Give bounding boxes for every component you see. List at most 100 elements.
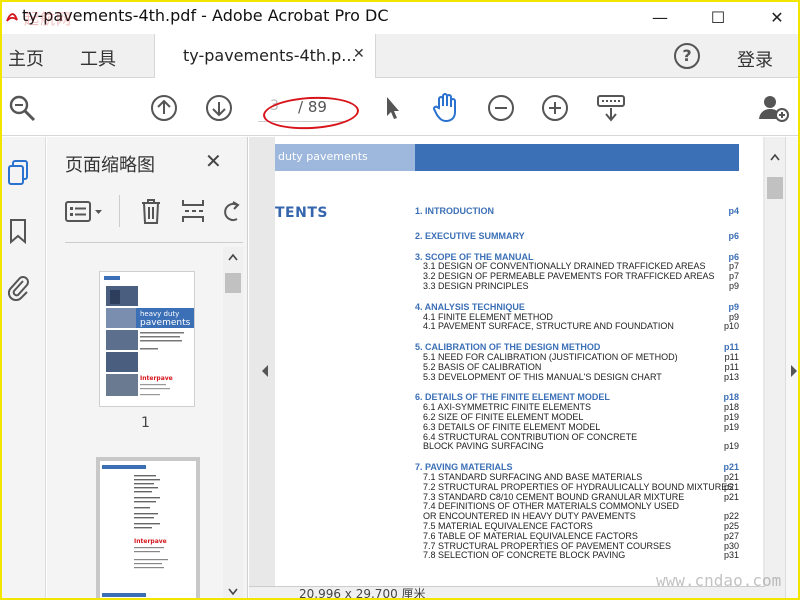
zoom-icon[interactable] (6, 92, 38, 124)
help-button[interactable]: ? (674, 43, 700, 69)
toc-entry-title: 6. DETAILS OF THE FINITE ELEMENT MODEL (415, 392, 610, 403)
toc-subsection-row[interactable]: 6.3 DETAILS OF FINITE ELEMENT MODEL p19 (415, 422, 739, 432)
toc-subsection-row[interactable]: 7.1 STANDARD SURFACING AND BASE MATERIAL… (415, 472, 739, 482)
page-up-icon[interactable] (148, 92, 180, 124)
toc-subsection-row[interactable]: 5.2 BASIS OF CALIBRATION p11 (415, 362, 739, 372)
document-tab-close-button[interactable]: ✕ (353, 46, 365, 62)
toc-section-row[interactable]: 6. DETAILS OF THE FINITE ELEMENT MODEL p1… (415, 392, 739, 402)
toc-section-row[interactable]: 2. EXECUTIVE SUMMARY p6 (415, 231, 739, 241)
menu-tools[interactable]: 工具 (80, 45, 116, 71)
window-title: ty-pavements-4th.pdf - Adobe Acrobat Pro… (22, 6, 389, 25)
panel-separator (65, 242, 243, 243)
toc-entry-page: p13 (723, 371, 739, 382)
toc-entry-page: p11 (724, 352, 739, 362)
keyboard-scroll-icon[interactable] (595, 92, 627, 124)
toc-section-row[interactable]: 1. INTRODUCTION p4 (415, 206, 739, 216)
toc-subsection-row[interactable]: 4.1 PAVEMENT SURFACE, STRUCTURE AND FOUN… (415, 321, 739, 331)
toc-subsection-row[interactable]: 6.2 SIZE OF FINITE ELEMENT MODEL p19 (415, 412, 739, 422)
select-cursor-icon[interactable] (376, 92, 408, 124)
toc-entry-page: p21 (723, 472, 739, 482)
toc-entry-page: p18 (723, 392, 739, 403)
doc-scroll-up-arrow-icon[interactable] (770, 153, 780, 161)
menu-home[interactable]: 主页 (8, 45, 44, 71)
page-banner-right (415, 144, 739, 171)
toc-entry-page: p21 (723, 491, 739, 502)
toc-section-row[interactable]: 7. PAVING MATERIALS p21 (415, 462, 739, 472)
thumbnail-options-icon[interactable] (65, 199, 105, 225)
toc-subsection-row[interactable]: 7.4 DEFINITIONS OF OTHER MATERIALS COMMO… (415, 501, 739, 511)
thumbnail-text-graphic: Interpave (102, 465, 168, 597)
toc-entry-title: 7.8 SELECTION OF CONCRETE BLOCK PAVING (423, 550, 626, 561)
login-button[interactable]: 登录 (737, 46, 773, 72)
hand-tool-icon[interactable] (430, 92, 462, 124)
toc-entry-title: 3.2 DESIGN OF PERMEABLE PAVEMENTS FOR TR… (423, 271, 715, 282)
page-down-icon[interactable] (203, 92, 235, 124)
toc-subsection-row[interactable]: 6.1 AXI-SYMMETRIC FINITE ELEMENTS p18 (415, 402, 739, 412)
thumbnail-scrollbar-thumb[interactable] (225, 273, 241, 293)
toc-entry-page: p6 (728, 251, 739, 262)
toc-subsection-row[interactable]: 7.2 STRUCTURAL PROPERTIES OF HYDRAULICAL… (415, 482, 739, 492)
toc-entry-title: 4. ANALYSIS TECHNIQUE (415, 301, 525, 312)
toc-subsection-row[interactable]: 7.7 STRUCTURAL PROPERTIES OF PAVEMENT CO… (415, 541, 739, 551)
minimize-button[interactable]: — (637, 0, 683, 34)
contents-heading: TENTS (275, 205, 328, 221)
thumbnail-cover-graphic: heavy duty pavements Interpave (104, 276, 194, 396)
toc-entry-title: 3. SCOPE OF THE MANUAL (415, 251, 534, 262)
title-bar: ty-pavements-4th.pdf - Adobe Acrobat Pro… (0, 0, 800, 34)
delete-page-icon[interactable] (139, 197, 163, 225)
toc-subsection-row[interactable]: 5.1 NEED FOR CALIBRATION (JUSTIFICATION … (415, 352, 739, 362)
zoom-in-icon[interactable] (539, 92, 571, 124)
acrobat-app-icon (6, 13, 18, 22)
page-thumbnails-icon[interactable] (6, 159, 30, 187)
zoom-out-icon[interactable] (485, 92, 517, 124)
toolbar-divider (119, 195, 120, 227)
toc-subsection-row[interactable]: 7.5 MATERIAL EQUIVALENCE FACTORS p25 (415, 521, 739, 531)
toc-entry-page: p21 (723, 481, 739, 492)
toc-subsection-row[interactable]: BLOCK PAVING SURFACING p19 (415, 441, 739, 451)
toc-entry-page: p9 (728, 281, 739, 291)
collapse-panel-arrow-icon[interactable] (260, 364, 270, 378)
page-thumbnail-1[interactable]: heavy duty pavements Interpave (99, 271, 195, 407)
attachment-icon[interactable] (6, 273, 30, 301)
toc-entry-page: p9 (728, 311, 739, 322)
document-scrollbar[interactable] (765, 137, 785, 600)
toc-section-row[interactable]: 5. CALIBRATION OF THE DESIGN METHOD p11 (415, 342, 739, 352)
maximize-button[interactable]: ☐ (695, 0, 741, 34)
toc-entry-title: 5.2 BASIS OF CALIBRATION (423, 361, 542, 372)
scroll-down-arrow-icon[interactable] (228, 588, 238, 596)
toc-section-row[interactable]: 4. ANALYSIS TECHNIQUE p9 (415, 302, 739, 312)
left-navigation-rail (0, 137, 46, 600)
toc-subsection-row[interactable]: 7.6 TABLE OF MATERIAL EQUIVALENCE FACTOR… (415, 531, 739, 541)
expand-right-pane-arrow-icon[interactable] (789, 364, 799, 378)
document-scrollbar-thumb[interactable] (767, 177, 783, 199)
toc-entry-title: 7.2 STRUCTURAL PROPERTIES OF HYDRAULICAL… (423, 481, 734, 492)
page-banner-left: duty pavements (275, 144, 415, 171)
toc-subsection-row[interactable]: 3.2 DESIGN OF PERMEABLE PAVEMENTS FOR TR… (415, 271, 739, 281)
toc-subsection-row[interactable]: 4.1 FINITE ELEMENT METHOD p9 (415, 312, 739, 322)
toc-subsection-row[interactable]: 7.3 STANDARD C8/10 CEMENT BOUND GRANULAR… (415, 492, 739, 502)
svg-text:Interpave: Interpave (140, 375, 173, 382)
toc-subsection-row[interactable]: 5.3 DEVELOPMENT OF THIS MANUAL'S DESIGN … (415, 372, 739, 382)
toc-subsection-row[interactable]: 7.8 SELECTION OF CONCRETE BLOCK PAVING p3… (415, 550, 739, 560)
thumbnail-scrollbar[interactable] (223, 247, 243, 600)
toc-entry-page: p19 (723, 412, 739, 422)
close-window-button[interactable]: ✕ (754, 0, 800, 34)
toc-section-row[interactable]: 3. SCOPE OF THE MANUAL p6 (415, 252, 739, 262)
toc-entry-title: 7.7 STRUCTURAL PROPERTIES OF PAVEMENT CO… (423, 540, 672, 551)
rotate-page-icon[interactable] (221, 199, 241, 225)
toc-subsection-row[interactable]: OR ENCOUNTERED IN HEAVY DUTY PAVEMENTS p2… (415, 511, 739, 521)
page-thumbnail-2[interactable]: Interpave (96, 457, 200, 600)
panel-close-button[interactable]: ✕ (205, 149, 222, 173)
toc-entry-page: p4 (728, 206, 739, 216)
add-user-icon[interactable] (758, 92, 790, 124)
toc-entry-title: 2. EXECUTIVE SUMMARY (415, 230, 525, 241)
scroll-up-arrow-icon[interactable] (228, 253, 238, 261)
pdf-page: duty pavements TENTS 1. INTRODUCTION p4 2.… (275, 137, 763, 587)
toc-subsection-row[interactable]: 3.1 DESIGN OF CONVENTIONALLY DRAINED TRA… (415, 261, 739, 271)
document-tab[interactable]: ty-pavements-4th.p... ✕ (154, 34, 376, 79)
toolbar: 3 / 89 (0, 78, 800, 136)
insert-page-icon[interactable] (181, 197, 207, 225)
toc-subsection-row[interactable]: 6.4 STRUCTURAL CONTRIBUTION OF CONCRETE (415, 432, 739, 442)
bookmark-icon[interactable] (6, 217, 30, 245)
toc-subsection-row[interactable]: 3.3 DESIGN PRINCIPLES p9 (415, 281, 739, 291)
